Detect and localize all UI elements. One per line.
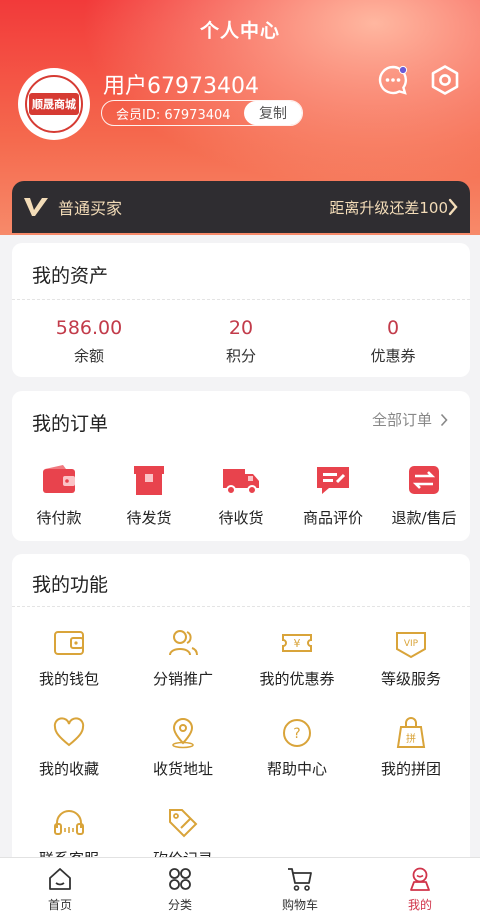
asset-coupons[interactable]: 0 优惠券 <box>317 317 469 366</box>
orders-title: 我的订单 <box>32 413 109 435</box>
tab-cart[interactable]: 购物车 <box>240 858 360 920</box>
func-label: 我的钱包 <box>38 670 99 688</box>
tab-label: 分类 <box>167 898 192 912</box>
member-id-pill: 会员ID: 67973404 复制 <box>101 100 303 126</box>
tab-label: 购物车 <box>281 898 318 912</box>
orders-card: 我的订单 全部订单 待付款 待发货 待收货 商品评价 退款/售后 <box>12 391 470 541</box>
func-help[interactable]: ? 帮助中心 <box>240 716 354 779</box>
func-label: 我的收藏 <box>38 760 99 778</box>
message-icon[interactable] <box>377 64 409 96</box>
assets-title: 我的资产 <box>32 265 109 287</box>
all-orders-label: 全部订单 <box>371 411 432 429</box>
level-name: 普通买家 <box>58 199 123 218</box>
asset-balance[interactable]: 586.00 余额 <box>13 317 165 366</box>
order-label: 退款/售后 <box>391 509 457 527</box>
home-icon <box>49 868 71 890</box>
profile-icon <box>410 867 430 891</box>
level-v-icon <box>24 198 48 216</box>
all-orders-link[interactable]: 全部订单 <box>372 409 448 430</box>
func-label: 等级服务 <box>380 670 441 688</box>
page-title: 个人中心 <box>199 20 280 42</box>
order-label: 商品评价 <box>302 509 363 527</box>
asset-value: 0 <box>386 317 400 339</box>
headset-icon <box>54 810 84 835</box>
tab-home[interactable]: 首页 <box>0 858 120 920</box>
bottom-tab-bar: 首页 分类 购物车 我的 <box>0 857 480 920</box>
coupon-icon: ¥ <box>282 634 312 652</box>
profile-header: 个人中心 顺晟商城 用户67973404 会员ID: 67973404 复制 普… <box>0 0 480 235</box>
refund-icon <box>409 466 439 494</box>
member-id: 会员ID: 67973404 <box>116 107 231 123</box>
func-wallet[interactable]: 我的钱包 <box>12 626 126 689</box>
wallet-icon <box>43 465 75 493</box>
truck-icon <box>223 469 259 495</box>
tab-label: 我的 <box>407 898 432 912</box>
vip-icon: VIP <box>396 632 426 659</box>
func-label: 帮助中心 <box>266 760 327 778</box>
group-bag-icon: 拼 <box>396 717 426 748</box>
tab-category[interactable]: 分类 <box>120 858 240 920</box>
asset-value: 20 <box>228 317 254 339</box>
chevron-right-icon <box>448 198 458 216</box>
heart-icon <box>53 717 85 747</box>
order-pending-receipt[interactable]: 待收货 <box>195 463 287 528</box>
settings-icon[interactable] <box>429 64 461 96</box>
order-review[interactable]: 商品评价 <box>287 463 379 528</box>
func-favorites[interactable]: 我的收藏 <box>12 716 126 779</box>
func-label: 我的优惠券 <box>259 670 335 688</box>
help-icon: ? <box>283 719 311 747</box>
member-level-bar[interactable]: 普通买家 距离升级还差100 <box>12 181 470 233</box>
wallet-icon <box>54 631 84 655</box>
func-distribution[interactable]: 分销推广 <box>126 626 240 689</box>
avatar[interactable]: 顺晟商城 <box>18 68 90 140</box>
assets-card: 我的资产 586.00 余额 20 积分 0 优惠券 <box>12 243 470 377</box>
order-pending-payment[interactable]: 待付款 <box>13 463 105 528</box>
func-group-buy[interactable]: 拼 我的拼团 <box>354 716 468 779</box>
order-pending-shipment[interactable]: 待发货 <box>103 463 195 528</box>
review-icon <box>317 467 349 494</box>
func-label: 分销推广 <box>152 670 213 688</box>
func-address[interactable]: 收货地址 <box>126 716 240 779</box>
order-label: 待发货 <box>126 509 172 527</box>
func-label: 我的拼团 <box>380 760 441 778</box>
functions-card: 我的功能 我的钱包 分销推广 ¥ 我的优惠券 VIP 等级服务 我的收藏 收货地… <box>12 554 470 874</box>
tab-label: 首页 <box>47 898 72 912</box>
avatar-logo: 顺晟商城 <box>29 93 79 115</box>
bargain-icon <box>169 809 198 838</box>
asset-value: 586.00 <box>55 317 123 339</box>
tab-profile[interactable]: 我的 <box>360 858 480 920</box>
order-label: 待收货 <box>218 509 264 527</box>
category-icon <box>169 868 191 890</box>
cart-icon <box>288 868 312 891</box>
asset-points[interactable]: 20 积分 <box>165 317 317 366</box>
asset-label: 优惠券 <box>370 347 416 365</box>
svg-text:?: ? <box>293 726 300 742</box>
func-coupons[interactable]: ¥ 我的优惠券 <box>240 626 354 689</box>
order-label: 待付款 <box>36 509 82 527</box>
users-icon <box>169 630 198 656</box>
copy-button[interactable]: 复制 <box>244 101 302 125</box>
svg-text:¥: ¥ <box>294 637 301 650</box>
svg-text:拼: 拼 <box>406 732 416 745</box>
func-label: 收货地址 <box>152 760 213 778</box>
svg-text:VIP: VIP <box>404 639 419 649</box>
location-icon <box>172 717 194 749</box>
box-icon <box>134 466 164 495</box>
chevron-right-icon <box>440 413 448 426</box>
order-refund[interactable]: 退款/售后 <box>378 463 470 528</box>
asset-label: 积分 <box>225 347 256 365</box>
username: 用户67973404 <box>103 74 259 99</box>
asset-label: 余额 <box>73 347 104 365</box>
upgrade-hint: 距离升级还差100 <box>329 198 448 217</box>
functions-title: 我的功能 <box>32 574 109 596</box>
func-vip[interactable]: VIP 等级服务 <box>354 626 468 689</box>
